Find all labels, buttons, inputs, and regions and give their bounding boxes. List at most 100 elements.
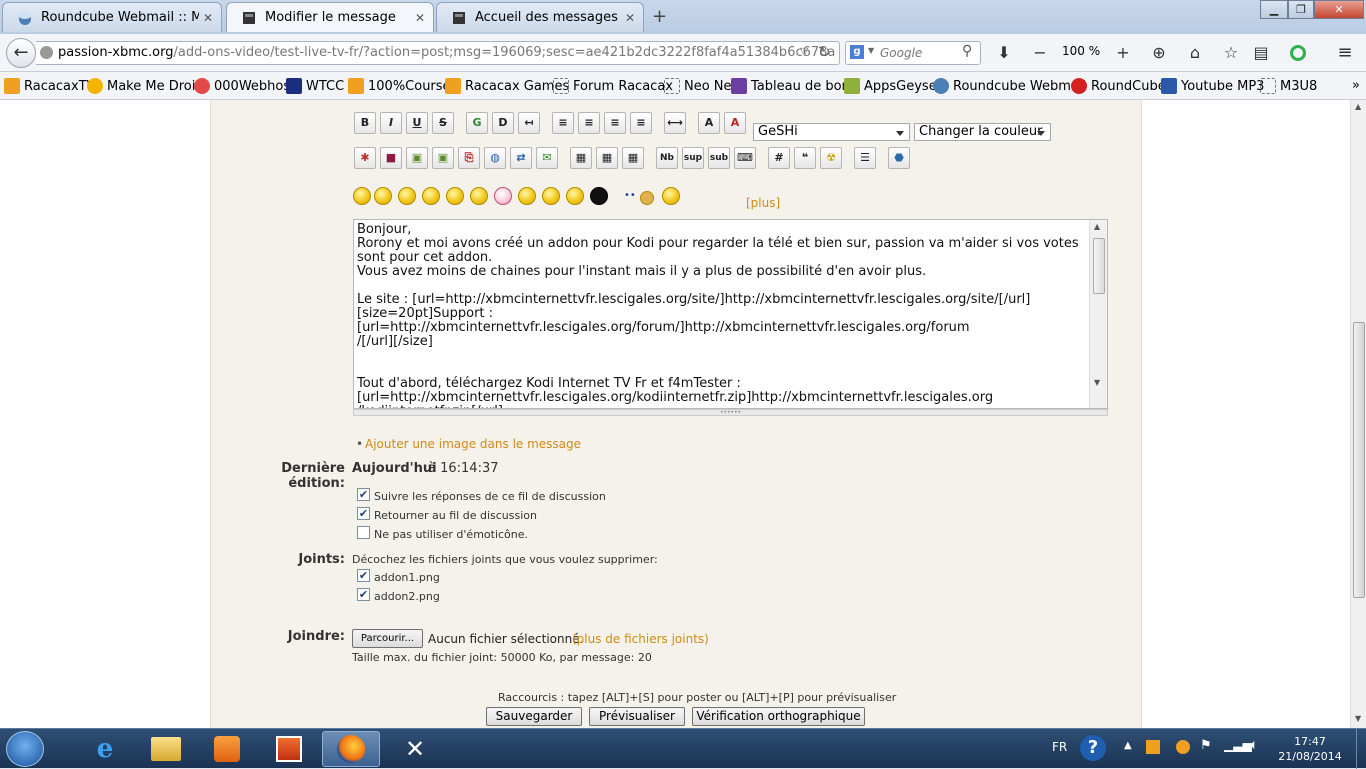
table-column-icon[interactable]: ▦: [622, 147, 644, 169]
image-left-icon[interactable]: ▣: [406, 147, 428, 169]
pre-icon[interactable]: ≡: [552, 112, 574, 134]
tray-app-icon[interactable]: [1176, 740, 1190, 754]
url-bar[interactable]: passion-xbmc.org/add-ons-video/test-live…: [36, 41, 840, 65]
show-hidden-icons[interactable]: ▲: [1124, 740, 1132, 751]
smiley-icon[interactable]: [494, 187, 512, 205]
bookmark-tableau-de-bord[interactable]: Tableau de bord: [731, 78, 855, 94]
taskbar-media-player[interactable]: [198, 731, 256, 767]
smiley-icon[interactable]: ••: [624, 190, 636, 201]
superscript-icon[interactable]: sup: [682, 147, 704, 169]
taskbar-xbmc[interactable]: ✕: [386, 731, 444, 767]
fullscreen-icon[interactable]: ⊕: [1147, 42, 1171, 64]
new-tab-button[interactable]: +: [652, 6, 667, 27]
help-icon[interactable]: ?: [1080, 735, 1106, 761]
bookmark-neo-net[interactable]: Neo Net: [664, 78, 737, 94]
show-desktop-button[interactable]: [1356, 729, 1366, 769]
more-files-link[interactable]: (plus de fichiers joints): [572, 632, 709, 646]
tab-accueil-messages[interactable]: Accueil des messages pers... ✕: [436, 2, 644, 32]
radioactive-icon[interactable]: ☢: [820, 147, 842, 169]
image-icon[interactable]: ■: [380, 147, 402, 169]
add-image-link[interactable]: Ajouter une image dans le message: [365, 437, 581, 451]
return-to-thread-checkbox[interactable]: ✔: [357, 507, 370, 520]
message-textarea[interactable]: Bonjour, Rorony et moi avons créé un add…: [353, 219, 1108, 409]
email-icon[interactable]: ✉: [536, 147, 558, 169]
maximize-button[interactable]: ❐: [1288, 0, 1314, 19]
browse-button[interactable]: Parcourir...: [352, 629, 423, 648]
scroll-down-icon[interactable]: ▼: [1355, 714, 1361, 723]
attachment-checkbox[interactable]: ✔: [357, 588, 370, 601]
save-button[interactable]: Sauvegarder: [486, 707, 582, 726]
no-smileys-checkbox[interactable]: [357, 526, 370, 539]
bookmarks-menu-icon[interactable]: ▤: [1249, 42, 1273, 64]
bold-button[interactable]: B: [354, 112, 376, 134]
google-icon[interactable]: g: [850, 45, 864, 59]
bookmark-youtube-mp3[interactable]: Youtube MP3: [1161, 78, 1264, 94]
taskbar-app[interactable]: [260, 731, 318, 767]
minimize-button[interactable]: ▁: [1260, 0, 1288, 19]
font-face-icon[interactable]: A: [724, 112, 746, 134]
download-icon[interactable]: ⬇: [992, 42, 1016, 64]
history-dropdown-icon[interactable]: ▽: [800, 45, 808, 58]
network-icon[interactable]: ▁▃▅: [1224, 738, 1252, 752]
search-icon[interactable]: ⚲: [962, 43, 972, 59]
smiley-icon[interactable]: [470, 187, 488, 205]
taskbar-explorer[interactable]: [137, 731, 195, 767]
bomb-smiley-icon[interactable]: [590, 187, 608, 205]
editor-scrollbar[interactable]: ▲ ▼: [1089, 220, 1107, 408]
back-button[interactable]: ←: [6, 38, 36, 68]
bookmark-star-icon[interactable]: ☆: [1219, 42, 1243, 64]
scroll-down-icon[interactable]: ▼: [1094, 378, 1100, 387]
quote-icon[interactable]: ❝: [794, 147, 816, 169]
smiley-icon[interactable]: [518, 187, 536, 205]
zoom-level[interactable]: 100 %: [1062, 44, 1100, 58]
bookmark-roundcube[interactable]: RoundCube: [1071, 78, 1166, 94]
close-tab-icon[interactable]: ✕: [203, 11, 213, 25]
close-tab-icon[interactable]: ✕: [625, 11, 635, 25]
smiley-icon[interactable]: [566, 187, 584, 205]
page-scroll-thumb[interactable]: [1353, 322, 1365, 598]
pdf-icon[interactable]: ⎘: [458, 147, 480, 169]
volume-icon[interactable]: 🔈︎: [1250, 737, 1258, 753]
reload-icon[interactable]: ↻: [818, 43, 831, 61]
bookmark-wtcc[interactable]: WTCC: [286, 78, 344, 94]
teletype-icon[interactable]: ⌨: [734, 147, 756, 169]
code-language-select[interactable]: GeSHi: [753, 123, 910, 141]
zoom-out-button[interactable]: −: [1028, 42, 1052, 64]
list-icon[interactable]: ☰: [854, 147, 876, 169]
font-size-icon[interactable]: A: [698, 112, 720, 134]
smiley-icon[interactable]: [353, 187, 371, 205]
strike-button[interactable]: S: [432, 112, 454, 134]
ftp-icon[interactable]: ⇄: [510, 147, 532, 169]
bookmark-000webhost[interactable]: 000Webhost: [194, 78, 295, 94]
home-icon[interactable]: ⌂: [1183, 42, 1207, 64]
smiley-icon[interactable]: [640, 191, 654, 205]
bookmark-racacax-games[interactable]: Racacax Games: [445, 78, 569, 94]
align-center-icon[interactable]: ≡: [604, 112, 626, 134]
smiley-icon[interactable]: [374, 187, 392, 205]
scroll-up-icon[interactable]: ▲: [1094, 222, 1100, 231]
superscript-nb-icon[interactable]: Nb: [656, 147, 678, 169]
move-icon[interactable]: ↤: [518, 112, 540, 134]
color-select[interactable]: Changer la couleur: [914, 123, 1051, 141]
flash-icon[interactable]: ✱: [354, 147, 376, 169]
editor-resize-handle[interactable]: ••••••: [353, 409, 1108, 416]
italic-button[interactable]: I: [380, 112, 402, 134]
table-icon[interactable]: ▦: [570, 147, 592, 169]
search-input[interactable]: Google: [845, 41, 981, 65]
follow-replies-checkbox[interactable]: ✔: [357, 488, 370, 501]
shadow-icon[interactable]: D: [492, 112, 514, 134]
scroll-up-icon[interactable]: ▲: [1355, 102, 1361, 111]
tray-app-icon[interactable]: [1146, 740, 1160, 754]
smiley-icon[interactable]: [662, 187, 680, 205]
tab-modifier-message[interactable]: Modifier le message ✕: [226, 2, 434, 32]
tab-roundcube[interactable]: Roundcube Webmail :: Me... ✕: [2, 2, 222, 32]
table-row-icon[interactable]: ▦: [596, 147, 618, 169]
image-right-icon[interactable]: ▣: [432, 147, 454, 169]
attachment-checkbox[interactable]: ✔: [357, 569, 370, 582]
clock[interactable]: 17:47 21/08/2014: [1270, 734, 1350, 764]
taskbar-ie[interactable]: e: [76, 731, 134, 767]
smiley-icon[interactable]: [446, 187, 464, 205]
editor-scroll-thumb[interactable]: [1093, 238, 1105, 294]
smiley-icon[interactable]: [422, 187, 440, 205]
bookmark-appsgeyser[interactable]: AppsGeyser: [844, 78, 942, 94]
